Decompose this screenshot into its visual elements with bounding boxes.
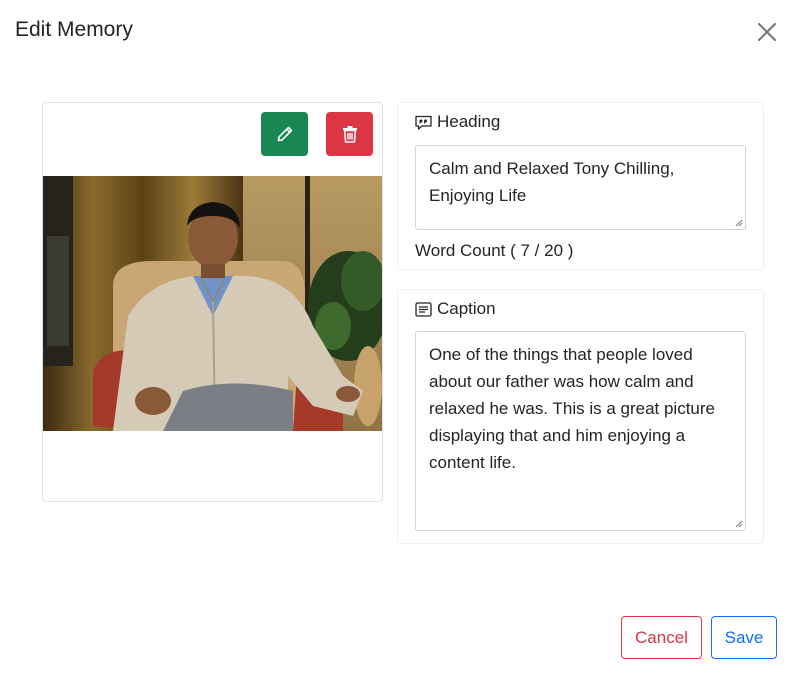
- heading-field-card: Heading Calm and Relaxed Tony Chilling, …: [397, 102, 764, 270]
- heading-textarea[interactable]: Calm and Relaxed Tony Chilling, Enjoying…: [415, 145, 746, 230]
- cancel-button[interactable]: Cancel: [621, 616, 702, 659]
- close-button[interactable]: [755, 20, 779, 44]
- pencil-icon: [277, 126, 292, 142]
- resize-grip-icon[interactable]: [735, 219, 743, 227]
- caption-label-row: Caption: [415, 299, 496, 319]
- edit-photo-button[interactable]: [261, 112, 308, 156]
- save-button[interactable]: Save: [711, 616, 777, 659]
- memory-photo-card: [42, 102, 383, 502]
- caption-text: One of the things that people loved abou…: [429, 345, 715, 472]
- memory-photo: [43, 176, 382, 431]
- caption-field-card: Caption One of the things that people lo…: [397, 289, 764, 544]
- close-icon[interactable]: [755, 20, 779, 44]
- text-lines-icon: [415, 301, 432, 317]
- modal-title: Edit Memory: [15, 18, 133, 41]
- trash-icon: [342, 126, 357, 143]
- word-count: Word Count ( 7 / 20 ): [415, 241, 574, 260]
- caption-label: Caption: [437, 299, 496, 318]
- heading-label-row: Heading: [415, 112, 500, 132]
- caption-textarea[interactable]: One of the things that people loved abou…: [415, 331, 746, 531]
- resize-grip-icon[interactable]: [735, 520, 743, 528]
- heading-text: Calm and Relaxed Tony Chilling, Enjoying…: [429, 159, 675, 205]
- heading-label: Heading: [437, 112, 501, 131]
- delete-photo-button[interactable]: [326, 112, 373, 156]
- quote-icon: [415, 115, 432, 130]
